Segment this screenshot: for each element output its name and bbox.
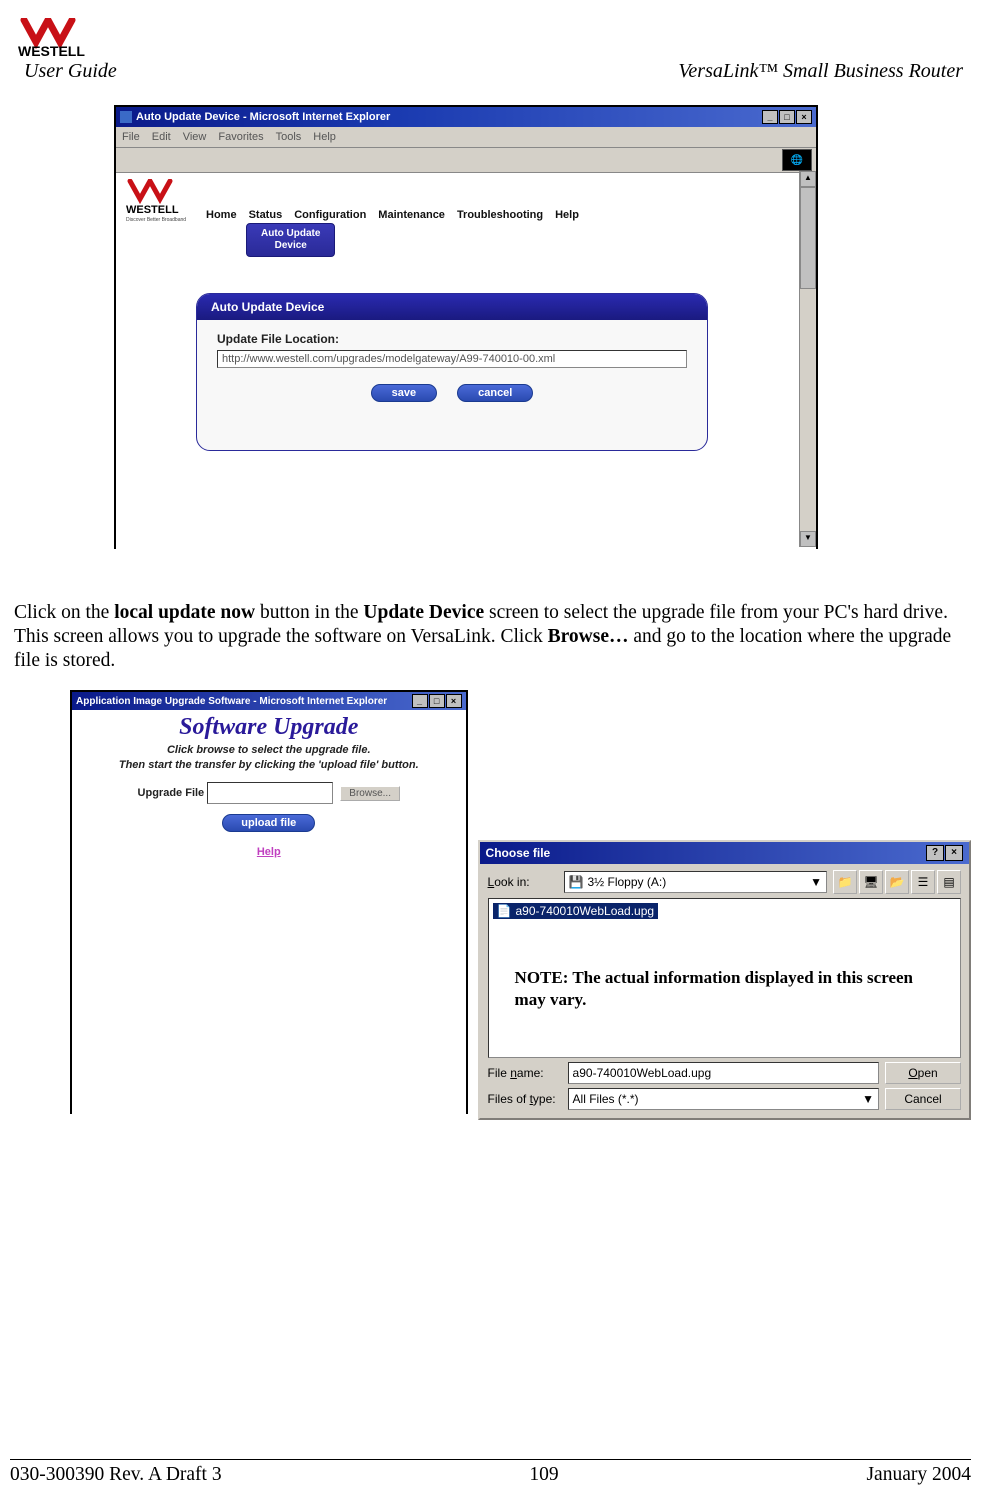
ie-throbber-icon: 🌐	[782, 149, 812, 171]
desktop-icon[interactable]: 🖥	[859, 870, 883, 894]
footer-docnum: 030-300390 Rev. A Draft 3	[10, 1464, 222, 1486]
file-type-combobox[interactable]: All Files (*.*) ▼	[568, 1088, 879, 1110]
nav-configuration[interactable]: Configuration	[294, 209, 366, 221]
nav-troubleshooting[interactable]: Troubleshooting	[457, 209, 543, 221]
browser-viewport: WESTELL Discover Better Broadband Home S…	[116, 173, 816, 549]
scroll-thumb[interactable]	[800, 187, 816, 289]
card-title: Auto Update Device	[197, 294, 707, 320]
file-type-label: Files of type:	[488, 1092, 562, 1106]
nav-help[interactable]: Help	[555, 209, 579, 221]
file-type-value: All Files (*.*)	[573, 1092, 639, 1106]
user-guide-label: User Guide	[24, 60, 117, 83]
router-nav: Home Status Configuration Maintenance Tr…	[206, 209, 579, 221]
scroll-up-icon[interactable]: ▲	[800, 171, 816, 187]
svg-text:WESTELL: WESTELL	[126, 204, 179, 216]
product-title: VersaLink™ Small Business Router	[678, 60, 963, 83]
update-url-input[interactable]	[217, 350, 687, 368]
doc-header: WESTELL User Guide VersaLink™ Small Busi…	[10, 18, 971, 93]
look-in-combobox[interactable]: 💾 3½ Floppy (A:) ▼	[564, 871, 827, 893]
menu-file[interactable]: File	[122, 131, 140, 143]
minimize-icon[interactable]: _	[412, 694, 428, 708]
upload-file-button[interactable]: upload file	[222, 814, 315, 832]
details-view-icon[interactable]: ▤	[937, 870, 961, 894]
menu-help[interactable]: Help	[313, 131, 336, 143]
footer-page: 109	[529, 1464, 558, 1486]
menu-favorites[interactable]: Favorites	[218, 131, 263, 143]
window-titlebar: Auto Update Device - Microsoft Internet …	[116, 107, 816, 127]
window-toolbar: 🌐	[116, 148, 816, 173]
floppy-icon: 💾	[569, 875, 584, 889]
upgrade-file-input[interactable]	[207, 782, 333, 804]
file-item-label: a90-740010WebLoad.upg	[516, 904, 655, 918]
chevron-down-icon[interactable]: ▼	[810, 875, 822, 889]
file-item-selected[interactable]: 📄 a90-740010WebLoad.upg	[493, 903, 659, 919]
doc-footer: 030-300390 Rev. A Draft 3 109 January 20…	[10, 1459, 971, 1486]
up-folder-icon[interactable]: 📁	[833, 870, 857, 894]
auto-update-card: Auto Update Device Update File Location:…	[196, 293, 708, 451]
file-name-input[interactable]	[568, 1062, 879, 1084]
open-button[interactable]: Open	[885, 1062, 961, 1084]
window2-titlebar: Application Image Upgrade Software - Mic…	[72, 692, 466, 710]
nav-home[interactable]: Home	[206, 209, 237, 221]
choose-file-dialog: Choose file ? × Look in: 💾 3½ Floppy (A:…	[478, 840, 971, 1120]
brand-logo: WESTELL User Guide	[18, 18, 117, 83]
help-link[interactable]: Help	[72, 846, 466, 858]
screenshot-note: NOTE: The actual information displayed i…	[515, 967, 946, 1010]
ie-app-icon	[120, 111, 132, 123]
screenshot-auto-update: Auto Update Device - Microsoft Internet …	[114, 105, 818, 549]
svg-text:WESTELL: WESTELL	[18, 43, 85, 58]
save-button[interactable]: save	[371, 384, 437, 402]
window-title: Auto Update Device - Microsoft Internet …	[136, 111, 390, 123]
dialog-title: Choose file	[486, 846, 551, 860]
minimize-icon[interactable]: _	[762, 110, 778, 124]
svg-text:Discover Better Broadband: Discover Better Broadband	[126, 217, 186, 223]
window2-viewport: Software Upgrade Click browse to select …	[72, 710, 466, 1114]
software-upgrade-subtext: Click browse to select the upgrade file.…	[72, 743, 466, 772]
update-location-label: Update File Location:	[217, 332, 687, 346]
window-menubar: File Edit View Favorites Tools Help	[116, 127, 816, 148]
file-icon: 📄	[497, 904, 512, 918]
close-icon[interactable]: ×	[446, 694, 462, 708]
maximize-icon[interactable]: □	[429, 694, 445, 708]
instruction-paragraph: Click on the local update now button in …	[14, 601, 967, 672]
upgrade-file-label: Upgrade File	[138, 787, 205, 799]
screenshot-software-upgrade: Application Image Upgrade Software - Mic…	[70, 690, 468, 1114]
help-icon[interactable]: ?	[926, 845, 944, 861]
close-icon[interactable]: ×	[796, 110, 812, 124]
scrollbar[interactable]: ▲ ▼	[799, 171, 816, 547]
close-icon[interactable]: ×	[945, 845, 963, 861]
menu-edit[interactable]: Edit	[152, 131, 171, 143]
subnav-auto-update[interactable]: Auto UpdateDevice	[246, 223, 335, 257]
window2-title: Application Image Upgrade Software - Mic…	[76, 696, 387, 707]
nav-maintenance[interactable]: Maintenance	[378, 209, 445, 221]
cancel-button[interactable]: Cancel	[885, 1088, 961, 1110]
cancel-button[interactable]: cancel	[457, 384, 533, 402]
nav-status[interactable]: Status	[249, 209, 283, 221]
software-upgrade-heading: Software Upgrade	[72, 714, 466, 741]
menu-tools[interactable]: Tools	[276, 131, 302, 143]
scroll-down-icon[interactable]: ▼	[800, 531, 816, 547]
footer-date: January 2004	[866, 1464, 971, 1486]
westell-page-logo: WESTELL Discover Better Broadband	[126, 179, 196, 228]
maximize-icon[interactable]: □	[779, 110, 795, 124]
look-in-value: 3½ Floppy (A:)	[588, 875, 667, 889]
file-name-label: File name:	[488, 1066, 562, 1080]
browse-button[interactable]: Browse...	[340, 786, 400, 801]
dialog-titlebar: Choose file ? ×	[480, 842, 969, 864]
menu-view[interactable]: View	[183, 131, 207, 143]
new-folder-icon[interactable]: 📂	[885, 870, 909, 894]
chevron-down-icon[interactable]: ▼	[862, 1092, 874, 1106]
file-list[interactable]: 📄 a90-740010WebLoad.upg NOTE: The actual…	[488, 898, 961, 1058]
westell-logo-icon: WESTELL	[18, 18, 104, 58]
look-in-label: Look in:	[488, 875, 558, 889]
list-view-icon[interactable]: ☰	[911, 870, 935, 894]
